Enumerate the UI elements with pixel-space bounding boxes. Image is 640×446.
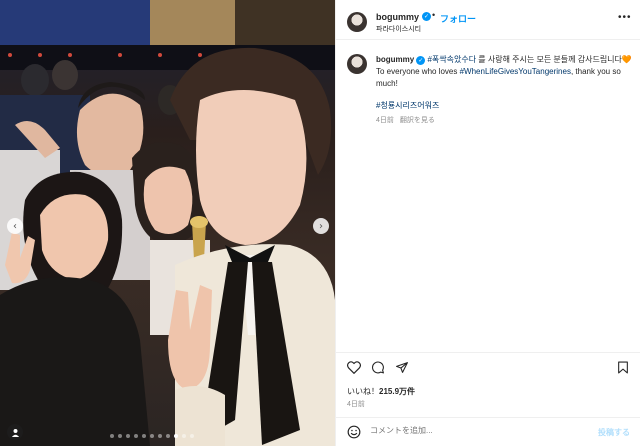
carousel-dot xyxy=(150,434,154,438)
likes-prefix: いいね！ xyxy=(347,387,379,396)
post-details: bogummy ✓ • フォロー 파라다이스시티 ••• bogummy ✓ #폭… xyxy=(335,0,640,446)
post-photo[interactable]: ‹ › xyxy=(0,0,335,446)
carousel-dot xyxy=(134,434,138,438)
carousel-dot xyxy=(174,434,178,438)
caption-username[interactable]: bogummy xyxy=(376,55,414,64)
bookmark-icon[interactable] xyxy=(617,361,629,374)
verified-badge-icon: ✓ xyxy=(422,12,431,21)
follow-button[interactable]: フォロー xyxy=(440,12,476,25)
share-icon[interactable] xyxy=(395,361,409,374)
avatar[interactable] xyxy=(347,12,367,32)
main-face xyxy=(196,90,307,245)
emoji-icon[interactable] xyxy=(347,425,361,439)
carousel-dot xyxy=(190,434,194,438)
caption-age: 4日前 xyxy=(376,117,394,124)
caption-korean: 를 사랑해 주시는 모든 분들께 감사드립니다🧡 xyxy=(476,55,632,64)
carousel-dot xyxy=(118,434,122,438)
chevron-right-icon[interactable]: › xyxy=(313,218,329,234)
photo-scene xyxy=(0,0,335,446)
caption-avatar[interactable] xyxy=(347,54,367,74)
carousel-dot xyxy=(166,434,170,438)
caption-verified-icon: ✓ xyxy=(416,56,426,65)
hashtag-link[interactable]: #폭싹속았수다 xyxy=(427,55,476,64)
hashtag-link-en[interactable]: #WhenLifeGivesYouTangerines xyxy=(460,67,571,76)
post-header: bogummy ✓ • フォロー 파라다이스시티 ••• xyxy=(336,0,640,40)
hashtag-link-award[interactable]: #청룡시리즈어워즈 xyxy=(376,101,439,110)
separator: • xyxy=(432,10,436,20)
comment-bar: 投稿する xyxy=(336,417,640,446)
likes-count[interactable]: いいね！215.9万件 xyxy=(347,386,415,397)
carousel-dots xyxy=(110,434,194,438)
username[interactable]: bogummy xyxy=(376,12,419,22)
carousel-dot xyxy=(142,434,146,438)
chevron-left-icon[interactable]: ‹ xyxy=(7,218,23,234)
more-options-icon[interactable]: ••• xyxy=(618,12,632,23)
carousel-dot xyxy=(126,434,130,438)
likes-number: 215.9万件 xyxy=(379,387,416,396)
post-comment-button[interactable]: 投稿する xyxy=(598,427,630,438)
post-date: 4日前 xyxy=(347,401,365,408)
comment-icon[interactable] xyxy=(371,361,385,374)
heart-icon[interactable] xyxy=(347,361,361,374)
caption-english-pre: To everyone who loves xyxy=(376,67,460,76)
location-link[interactable]: 파라다이스시티 xyxy=(376,24,421,34)
translate-link[interactable]: 翻訳を見る xyxy=(400,117,435,124)
carousel-dot xyxy=(182,434,186,438)
tag-person-icon[interactable] xyxy=(7,424,23,440)
carousel-dot xyxy=(158,434,162,438)
carousel-dot xyxy=(110,434,114,438)
caption-body: bogummy ✓ #폭싹속았수다 를 사랑해 주시는 모든 분들께 감사드립니다… xyxy=(376,54,634,127)
comment-input[interactable] xyxy=(370,426,590,435)
